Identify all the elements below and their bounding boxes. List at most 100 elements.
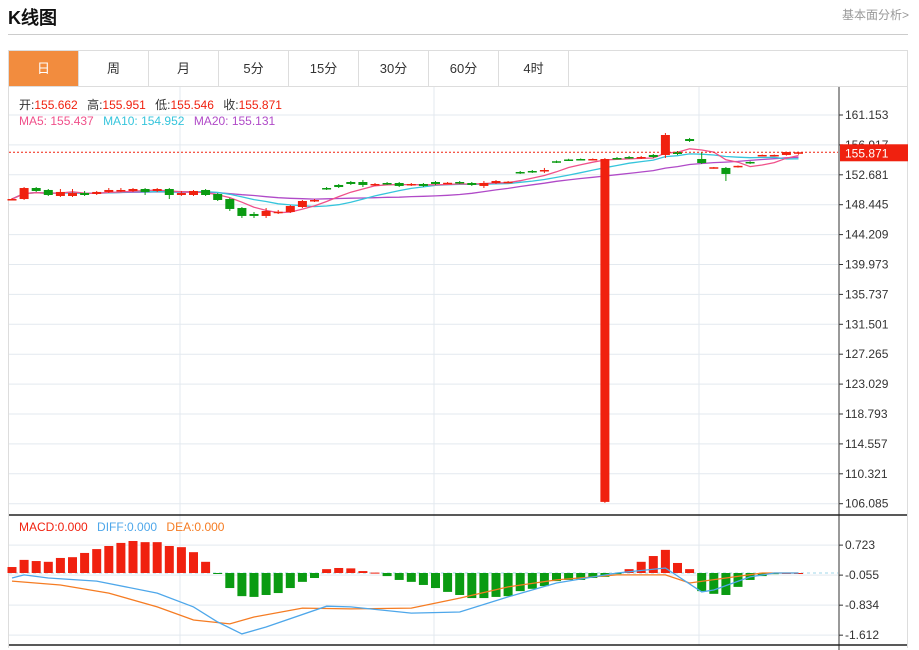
candle xyxy=(213,194,223,201)
macd-bar xyxy=(43,561,53,573)
macd-bar xyxy=(297,573,307,582)
candle xyxy=(225,199,235,209)
macd-bar xyxy=(80,552,90,573)
macd-bar xyxy=(503,573,513,597)
macd-info: MACD:0.000 DIFF:0.000 DEA:0.000 xyxy=(19,520,230,534)
candle xyxy=(189,190,198,195)
candle xyxy=(588,158,598,161)
candle xyxy=(55,191,65,196)
candle xyxy=(697,158,707,164)
price-tick-label: 110.321 xyxy=(845,467,888,481)
close-value: 155.871 xyxy=(238,98,282,112)
candle xyxy=(455,182,465,184)
candle xyxy=(745,161,755,164)
candle xyxy=(249,213,259,216)
macd-bar xyxy=(261,573,271,595)
high-label: 高: xyxy=(87,98,103,112)
candle xyxy=(733,165,743,168)
candle xyxy=(152,188,162,191)
candle xyxy=(334,184,344,188)
macd-bar xyxy=(479,573,489,599)
candle xyxy=(394,182,404,186)
macd-bar xyxy=(225,573,235,589)
price-tick-label: 106.085 xyxy=(845,497,889,511)
macd-bar xyxy=(189,552,198,573)
price-tick-label: 148.445 xyxy=(845,198,889,212)
macd-bar xyxy=(358,571,368,573)
price-tick-label: 144.209 xyxy=(845,228,889,242)
price-tick-label: 118.793 xyxy=(845,407,888,421)
candle xyxy=(346,182,356,184)
diff-value: DIFF:0.000 xyxy=(97,520,158,534)
low-value: 155.546 xyxy=(170,98,214,112)
candle xyxy=(43,189,53,195)
last-price-label: 155.871 xyxy=(845,146,889,160)
candle xyxy=(721,167,731,174)
macd-bar xyxy=(273,573,283,594)
candle xyxy=(479,182,489,186)
macd-bar xyxy=(68,557,77,573)
candle xyxy=(636,157,646,159)
candle xyxy=(443,182,453,185)
candle xyxy=(503,181,513,184)
candle xyxy=(624,157,634,159)
candle xyxy=(382,182,392,185)
candle xyxy=(527,170,537,173)
candle xyxy=(685,139,695,141)
macd-bar xyxy=(334,567,344,573)
price-tick-label: 114.557 xyxy=(845,437,888,451)
dea-line xyxy=(11,572,799,625)
macd-bar xyxy=(249,573,259,597)
macd-bar xyxy=(7,567,17,573)
macd-bar xyxy=(285,573,295,589)
candle xyxy=(7,199,17,201)
candle xyxy=(19,188,29,200)
ma10-line xyxy=(11,153,799,208)
macd-bar xyxy=(418,573,428,585)
macd-bar xyxy=(491,573,501,597)
macd-value: MACD:0.000 xyxy=(19,520,88,534)
ma10-value: MA10: 154.952 xyxy=(103,114,185,128)
macd-bar xyxy=(673,562,682,573)
candle xyxy=(176,193,186,195)
macd-bar xyxy=(128,540,138,573)
candle xyxy=(164,188,174,195)
macd-tick-label: -1.612 xyxy=(845,628,879,642)
price-tick-label: 135.737 xyxy=(845,287,889,301)
macd-bar xyxy=(310,573,319,579)
open-label: 开: xyxy=(19,98,35,112)
macd-bar xyxy=(152,542,162,573)
macd-bar xyxy=(19,559,29,573)
candle xyxy=(467,182,477,185)
price-tick-label: 152.681 xyxy=(845,168,889,182)
candle xyxy=(297,200,307,207)
candle xyxy=(709,167,719,169)
candle xyxy=(600,158,610,502)
high-value: 155.951 xyxy=(102,98,146,112)
macd-bar xyxy=(515,573,525,592)
candle xyxy=(68,193,77,196)
macd-bar xyxy=(322,569,332,573)
candle xyxy=(261,210,271,216)
candle xyxy=(128,188,138,191)
low-label: 低: xyxy=(155,98,171,112)
macd-bar xyxy=(164,546,174,573)
candle xyxy=(201,189,211,195)
candle xyxy=(370,183,380,186)
candle xyxy=(273,211,283,214)
macd-bar xyxy=(382,573,392,577)
close-label: 收: xyxy=(223,98,239,112)
candle xyxy=(104,189,114,192)
price-tick-label: 123.029 xyxy=(845,377,889,391)
macd-bar xyxy=(443,573,453,592)
diff-line xyxy=(11,567,799,635)
candle xyxy=(769,154,779,157)
candle xyxy=(539,170,549,172)
candle xyxy=(612,158,622,160)
candle xyxy=(418,183,428,186)
price-tick-label: 131.501 xyxy=(845,317,889,331)
ohlc-info: 开:155.662 高:155.951 低:155.546 收:155.871 xyxy=(19,96,288,113)
candle xyxy=(140,188,150,192)
macd-bar xyxy=(213,573,223,574)
price-tick-label: 161.153 xyxy=(845,108,889,122)
